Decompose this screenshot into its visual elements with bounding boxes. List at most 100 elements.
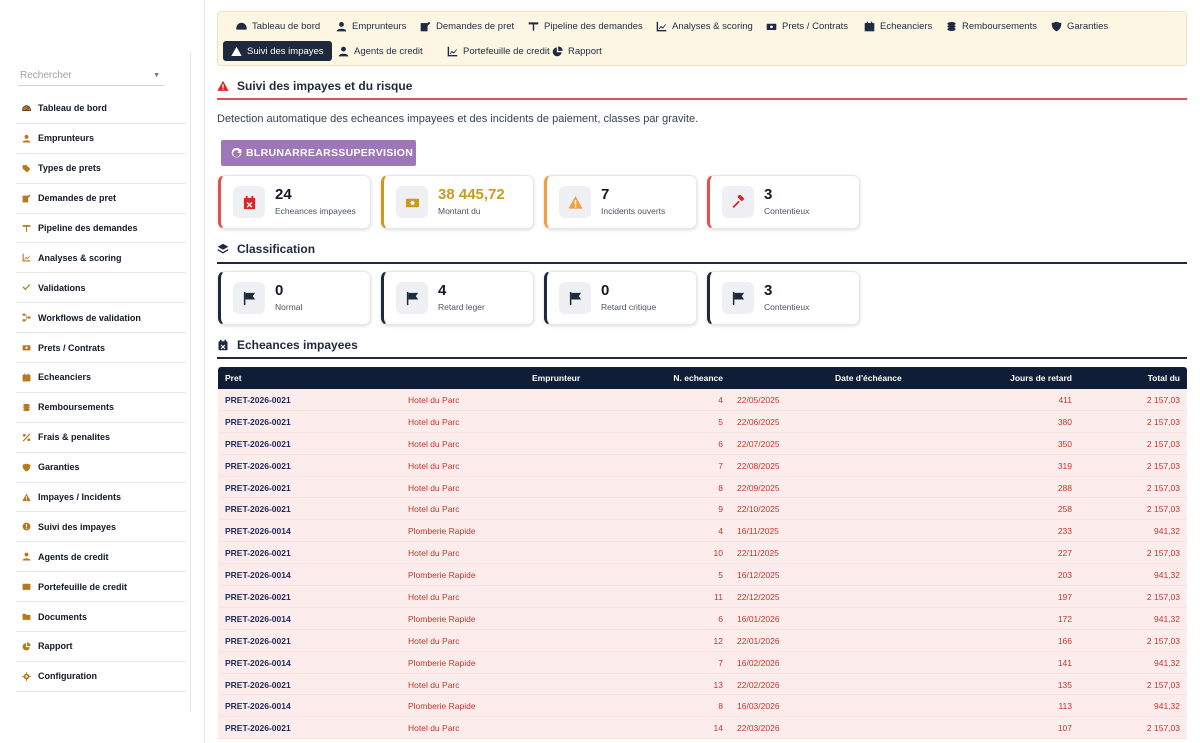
top-nav-tabs: Tableau de bord Emprunteurs Demandes de pr… xyxy=(217,11,1187,66)
cell-pret[interactable]: PRET-2026-0014 xyxy=(225,701,291,711)
cell-pret[interactable]: PRET-2026-0021 xyxy=(225,395,291,405)
check-icon xyxy=(20,282,32,294)
sidebar-item-portefeuille-de-credit[interactable]: Portefeuille de credit xyxy=(16,572,186,603)
tab-suivi-des-impayes[interactable]: Suivi des impayes xyxy=(223,41,332,61)
sidebar-item-frais-penalites[interactable]: Frais & penalites xyxy=(16,423,186,453)
sidebar-item-remboursements[interactable]: Remboursements xyxy=(16,393,186,423)
calendar-x-icon xyxy=(218,339,228,351)
tab-pipeline-des-demandes[interactable]: Pipeline des demandes xyxy=(520,16,651,36)
sidebar-item-tableau-de-bord[interactable]: Tableau de bord xyxy=(16,94,186,124)
cell-jours: 172 xyxy=(1057,613,1072,624)
table-row[interactable]: PRET-2026-0021 Hotel du Parc 6 22/07/2025 35… xyxy=(218,432,1187,455)
cell-pret[interactable]: PRET-2026-0021 xyxy=(225,417,291,427)
table-row[interactable]: PRET-2026-0021 Hotel du Parc 7 22/08/2025 31… xyxy=(218,454,1187,477)
col-header-jours[interactable]: Jours de retard xyxy=(1010,373,1072,383)
sidebar-item-prets-contrats[interactable]: Prets / Contrats xyxy=(16,333,186,364)
col-header-pret[interactable]: Pret xyxy=(225,373,242,383)
tab-garanties[interactable]: Garanties xyxy=(1043,16,1116,36)
tab-demandes-de-pret[interactable]: Demandes de pret xyxy=(412,16,522,36)
cell-date: 16/03/2026 xyxy=(737,701,780,712)
sidebar-item-impayes-incidents[interactable]: Impayes / Incidents xyxy=(16,483,186,513)
cell-pret[interactable]: PRET-2026-0021 xyxy=(225,636,291,646)
table-row[interactable]: PRET-2026-0021 Hotel du Parc 5 22/06/2025 38… xyxy=(218,410,1187,433)
cell-pret[interactable]: PRET-2026-0021 xyxy=(225,461,291,471)
table-row[interactable]: PRET-2026-0021 Hotel du Parc 8 22/09/2025 28… xyxy=(218,476,1187,499)
tab-portefeuille-de-credit[interactable]: Portefeuille de credit xyxy=(439,41,558,61)
sidebar-item-documents[interactable]: Documents xyxy=(16,602,186,633)
col-header-echeance[interactable]: N. echeance xyxy=(673,373,723,383)
tab-echeanciers[interactable]: Echeanciers xyxy=(856,16,940,36)
cell-pret[interactable]: PRET-2026-0021 xyxy=(225,723,291,733)
cell-pret[interactable]: PRET-2026-0021 xyxy=(225,483,291,493)
table-row[interactable]: PRET-2026-0014 Plomberie Rapide 5 16/12/202… xyxy=(218,564,1187,587)
sidebar-item-configuration[interactable]: Configuration xyxy=(16,662,186,692)
table-row[interactable]: PRET-2026-0021 Hotel du Parc 14 22/03/2026 1… xyxy=(218,717,1187,740)
page-title-text: Suivi des impayes et du risque xyxy=(237,79,413,93)
sidebar-item-analyses-scoring[interactable]: Analyses & scoring xyxy=(16,243,186,274)
table-row[interactable]: PRET-2026-0014 Plomberie Rapide 6 16/01/202… xyxy=(218,607,1187,630)
table-row[interactable]: PRET-2026-0014 Plomberie Rapide 8 16/03/202… xyxy=(218,695,1187,718)
col-header-total[interactable]: Total du xyxy=(1148,373,1180,383)
tab-remboursements[interactable]: Remboursements xyxy=(938,16,1045,36)
table-row[interactable]: PRET-2026-0021 Hotel du Parc 12 22/01/2026 1… xyxy=(218,629,1187,652)
sidebar-item-pipeline-des-demandes[interactable]: Pipeline des demandes xyxy=(16,214,186,244)
table-row[interactable]: PRET-2026-0021 Hotel du Parc 9 22/10/2025 25… xyxy=(218,498,1187,521)
table-row[interactable]: PRET-2026-0021 Hotel du Parc 4 22/05/2025 41… xyxy=(218,389,1187,411)
cell-pret[interactable]: PRET-2026-0021 xyxy=(225,439,291,449)
cell-pret[interactable]: PRET-2026-0014 xyxy=(225,658,291,668)
sidebar-search-select[interactable]: Rechercher ▼ xyxy=(18,68,164,86)
cell-echeance: 6 xyxy=(718,438,723,449)
tab-prets-contrats[interactable]: Prets / Contrats xyxy=(758,16,856,36)
sidebar-item-validations[interactable]: Validations xyxy=(16,273,186,304)
cell-jours: 380 xyxy=(1057,416,1072,427)
sidebar-item-types-de-prets[interactable]: Types de prets xyxy=(16,154,186,184)
cell-pret[interactable]: PRET-2026-0021 xyxy=(225,504,291,514)
cell-pret[interactable]: PRET-2026-0021 xyxy=(225,548,291,558)
cell-jours: 350 xyxy=(1057,438,1072,449)
sidebar-item-garanties[interactable]: Garanties xyxy=(16,453,186,483)
cell-jours: 233 xyxy=(1057,526,1072,537)
sidebar-item-suivi-des-impayes[interactable]: Suivi des impayes xyxy=(16,512,186,543)
tab-label: Portefeuille de credit xyxy=(463,45,550,57)
col-header-date[interactable]: Date d'échéance xyxy=(835,373,902,383)
table-row[interactable]: PRET-2026-0014 Plomberie Rapide 4 16/11/202… xyxy=(218,520,1187,543)
cell-pret[interactable]: PRET-2026-0021 xyxy=(225,592,291,602)
cell-jours: 107 xyxy=(1057,723,1072,734)
sidebar-item-emprunteurs[interactable]: Emprunteurs xyxy=(16,124,186,154)
cell-jours: 258 xyxy=(1057,504,1072,515)
tab-tableau-de-bord[interactable]: Tableau de bord xyxy=(228,16,328,36)
cell-pret[interactable]: PRET-2026-0014 xyxy=(225,614,291,624)
sidebar-item-echeanciers[interactable]: Echeanciers xyxy=(16,363,186,393)
caret-down-icon[interactable]: ▼ xyxy=(153,68,160,84)
tab-rapport[interactable]: Rapport xyxy=(544,41,610,61)
cell-pret[interactable]: PRET-2026-0021 xyxy=(225,680,291,690)
cell-pret[interactable]: PRET-2026-0014 xyxy=(225,526,291,536)
sidebar-item-rapport[interactable]: Rapport xyxy=(16,632,186,662)
tab-analyses-scoring[interactable]: Analyses & scoring xyxy=(648,16,761,36)
sidebar-item-agents-de-credit[interactable]: Agents de credit xyxy=(16,542,186,573)
table-row[interactable]: PRET-2026-0021 Hotel du Parc 11 22/12/2025 1… xyxy=(218,586,1187,608)
run-arrears-supervision-button[interactable]: BLRUNARREARSSUPERVISION xyxy=(221,140,416,166)
col-header-emprunteur[interactable]: Emprunteur xyxy=(532,373,580,383)
user-icon xyxy=(22,134,30,143)
cell-date: 22/11/2025 xyxy=(737,548,779,559)
sidebar-item-label: Suivi des impayes xyxy=(38,521,117,532)
tab-agents-de-credit[interactable]: Agents de credit xyxy=(330,41,431,61)
cell-date: 16/12/2025 xyxy=(737,570,780,581)
columns-icon xyxy=(22,224,30,232)
cell-pret[interactable]: PRET-2026-0014 xyxy=(225,570,291,580)
table-row[interactable]: PRET-2026-0021 Hotel du Parc 10 22/11/2025 2… xyxy=(218,542,1187,565)
tab-emprunteurs[interactable]: Emprunteurs xyxy=(328,16,414,36)
sidebar-item-label: Impayes / Incidents xyxy=(38,492,122,503)
sidebar: Rechercher ▼ Tableau de bord Emprunteurs T… xyxy=(0,0,205,743)
cell-echeance: 14 xyxy=(713,723,723,734)
sidebar-item-workflows-de-validation[interactable]: Workflows de validation xyxy=(16,303,186,334)
cell-total: 941,32 xyxy=(1154,657,1180,668)
warning-icon xyxy=(20,491,32,503)
sidebar-item-demandes-de-pret[interactable]: Demandes de pret xyxy=(16,184,186,214)
table-row[interactable]: PRET-2026-0021 Hotel du Parc 13 22/02/2026 1… xyxy=(218,673,1187,696)
tab-label: Suivi des impayes xyxy=(247,45,324,57)
edit-icon xyxy=(22,194,30,203)
table-row[interactable]: PRET-2026-0014 Plomberie Rapide 7 16/02/202… xyxy=(218,651,1187,674)
sidebar-item-label: Garanties xyxy=(38,462,80,473)
